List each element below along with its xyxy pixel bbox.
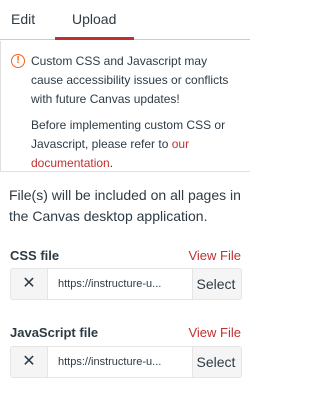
javascript-view-file-link[interactable]: View File <box>188 325 241 340</box>
tab-edit[interactable]: Edit <box>11 11 35 27</box>
css-file-url-input[interactable]: https://instructure-u... <box>47 269 193 299</box>
javascript-file-label: JavaScript file <box>10 325 99 340</box>
css-file-label: CSS file <box>10 248 60 263</box>
documentation-notice-end: . <box>109 156 114 170</box>
javascript-select-button[interactable]: Select <box>191 347 241 377</box>
javascript-clear-button[interactable]: ✕ <box>11 347 47 377</box>
javascript-file-url-input[interactable]: https://instructure-u... <box>47 347 193 377</box>
documentation-notice-text: Before implementing custom CSS or Javasc… <box>31 118 226 151</box>
css-file-input-group: ✕ https://instructure-u... Select <box>10 268 242 300</box>
tab-bar: Edit Upload <box>0 0 250 40</box>
active-tab-indicator <box>55 37 134 40</box>
warning-message: Custom CSS and Javascript may cause acce… <box>31 54 229 106</box>
tab-upload[interactable]: Upload <box>72 11 116 27</box>
css-clear-button[interactable]: ✕ <box>11 269 47 299</box>
info-text: File(s) will be included on all pages in… <box>9 187 241 224</box>
javascript-file-input-group: ✕ https://instructure-u... Select <box>10 346 242 378</box>
css-select-button[interactable]: Select <box>191 269 241 299</box>
css-view-file-link[interactable]: View File <box>188 248 241 263</box>
warning-icon: ! <box>11 54 25 68</box>
documentation-notice: Before implementing custom CSS or Javasc… <box>31 116 241 173</box>
